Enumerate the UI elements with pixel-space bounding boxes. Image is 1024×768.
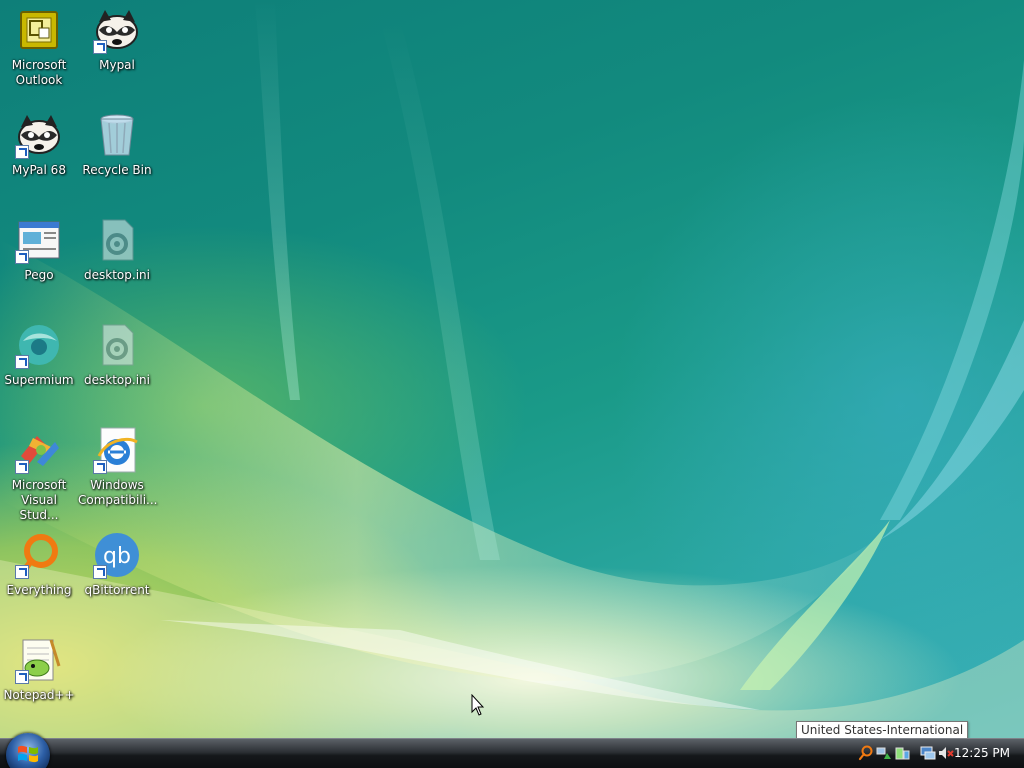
qbittorrent-icon: qb bbox=[93, 531, 141, 579]
desktop-icon-pego[interactable]: Pego bbox=[0, 212, 78, 312]
visual-studio-icon bbox=[15, 426, 63, 474]
outlook-icon bbox=[15, 6, 63, 54]
desktop-icon-label: Supermium bbox=[4, 373, 74, 387]
desktop-icon-label: Mypal bbox=[99, 58, 135, 72]
shortcut-arrow-icon bbox=[15, 145, 29, 159]
taskbar[interactable]: 12:25 PM bbox=[0, 733, 1024, 768]
notepad-plus-plus-icon bbox=[15, 636, 63, 684]
globe-icon bbox=[15, 321, 63, 369]
battery-tray-icon[interactable] bbox=[894, 745, 910, 761]
search-icon bbox=[15, 531, 63, 579]
desktop-icon-label: Microsoft Visual Stud... bbox=[11, 478, 67, 522]
desktop-icon-notepad-plus-plus[interactable]: Notepad++ bbox=[0, 632, 78, 732]
raccoon-icon bbox=[93, 6, 141, 54]
raccoon-icon bbox=[15, 111, 63, 159]
desktop-icon-windows-compatibility[interactable]: Windows Compatibili... bbox=[78, 422, 158, 522]
monitor-tray-icon[interactable] bbox=[920, 745, 936, 761]
start-button[interactable] bbox=[6, 733, 50, 768]
desktop-icon-label: MyPal 68 bbox=[12, 163, 66, 177]
volume-muted-icon[interactable] bbox=[938, 745, 954, 761]
shortcut-arrow-icon bbox=[93, 40, 107, 54]
recycle-bin-icon bbox=[93, 111, 141, 159]
desktop-icon-label: Everything bbox=[6, 583, 72, 597]
window-document-icon bbox=[15, 216, 63, 264]
settings-file-icon bbox=[93, 321, 141, 369]
system-tray: 12:25 PM bbox=[854, 739, 1024, 768]
windows-logo-icon bbox=[18, 745, 38, 763]
search-tray-icon[interactable] bbox=[858, 745, 874, 761]
desktop-icon-supermium[interactable]: Supermium bbox=[0, 317, 78, 417]
desktop-icon-label: Microsoft Outlook bbox=[11, 58, 67, 87]
desktop-icon-label: Notepad++ bbox=[3, 688, 75, 702]
shortcut-arrow-icon bbox=[15, 670, 29, 684]
desktop-icon-qbittorrent[interactable]: qb qBittorrent bbox=[78, 527, 156, 627]
desktop-icon-outlook[interactable]: Microsoft Outlook bbox=[0, 2, 78, 102]
shortcut-arrow-icon bbox=[93, 460, 107, 474]
desktop[interactable]: Microsoft Outlook Mypal MyPal 68 Recycle… bbox=[0, 0, 1024, 738]
settings-file-icon bbox=[93, 216, 141, 264]
desktop-icon-label: desktop.ini bbox=[84, 373, 150, 387]
mouse-cursor-icon bbox=[471, 694, 485, 716]
desktop-icon-label: Recycle Bin bbox=[82, 163, 152, 177]
shortcut-arrow-icon bbox=[15, 565, 29, 579]
desktop-icon-label: desktop.ini bbox=[84, 268, 150, 282]
clock[interactable]: 12:25 PM bbox=[954, 746, 1010, 760]
svg-text:qb: qb bbox=[103, 544, 131, 569]
shortcut-arrow-icon bbox=[93, 565, 107, 579]
shortcut-arrow-icon bbox=[15, 355, 29, 369]
desktop-icon-label: Windows Compatibili... bbox=[78, 478, 158, 507]
desktop-icon-mypal68[interactable]: MyPal 68 bbox=[0, 107, 78, 207]
desktop-icon-label: Pego bbox=[24, 268, 54, 282]
desktop-icon-mypal[interactable]: Mypal bbox=[78, 2, 156, 102]
shortcut-arrow-icon bbox=[15, 250, 29, 264]
desktop-icon-label: qBittorrent bbox=[84, 583, 150, 597]
network-tray-icon[interactable] bbox=[876, 745, 892, 761]
desktop-icon-visual-studio[interactable]: Microsoft Visual Stud... bbox=[0, 422, 78, 522]
desktop-icon-everything[interactable]: Everything bbox=[0, 527, 78, 627]
language-tooltip: United States-International bbox=[796, 721, 969, 739]
internet-explorer-icon bbox=[93, 426, 141, 474]
desktop-icon-desktop-ini-1[interactable]: desktop.ini bbox=[78, 212, 156, 312]
desktop-icon-recycle-bin[interactable]: Recycle Bin bbox=[78, 107, 156, 207]
shortcut-arrow-icon bbox=[15, 460, 29, 474]
desktop-icon-desktop-ini-2[interactable]: desktop.ini bbox=[78, 317, 156, 417]
